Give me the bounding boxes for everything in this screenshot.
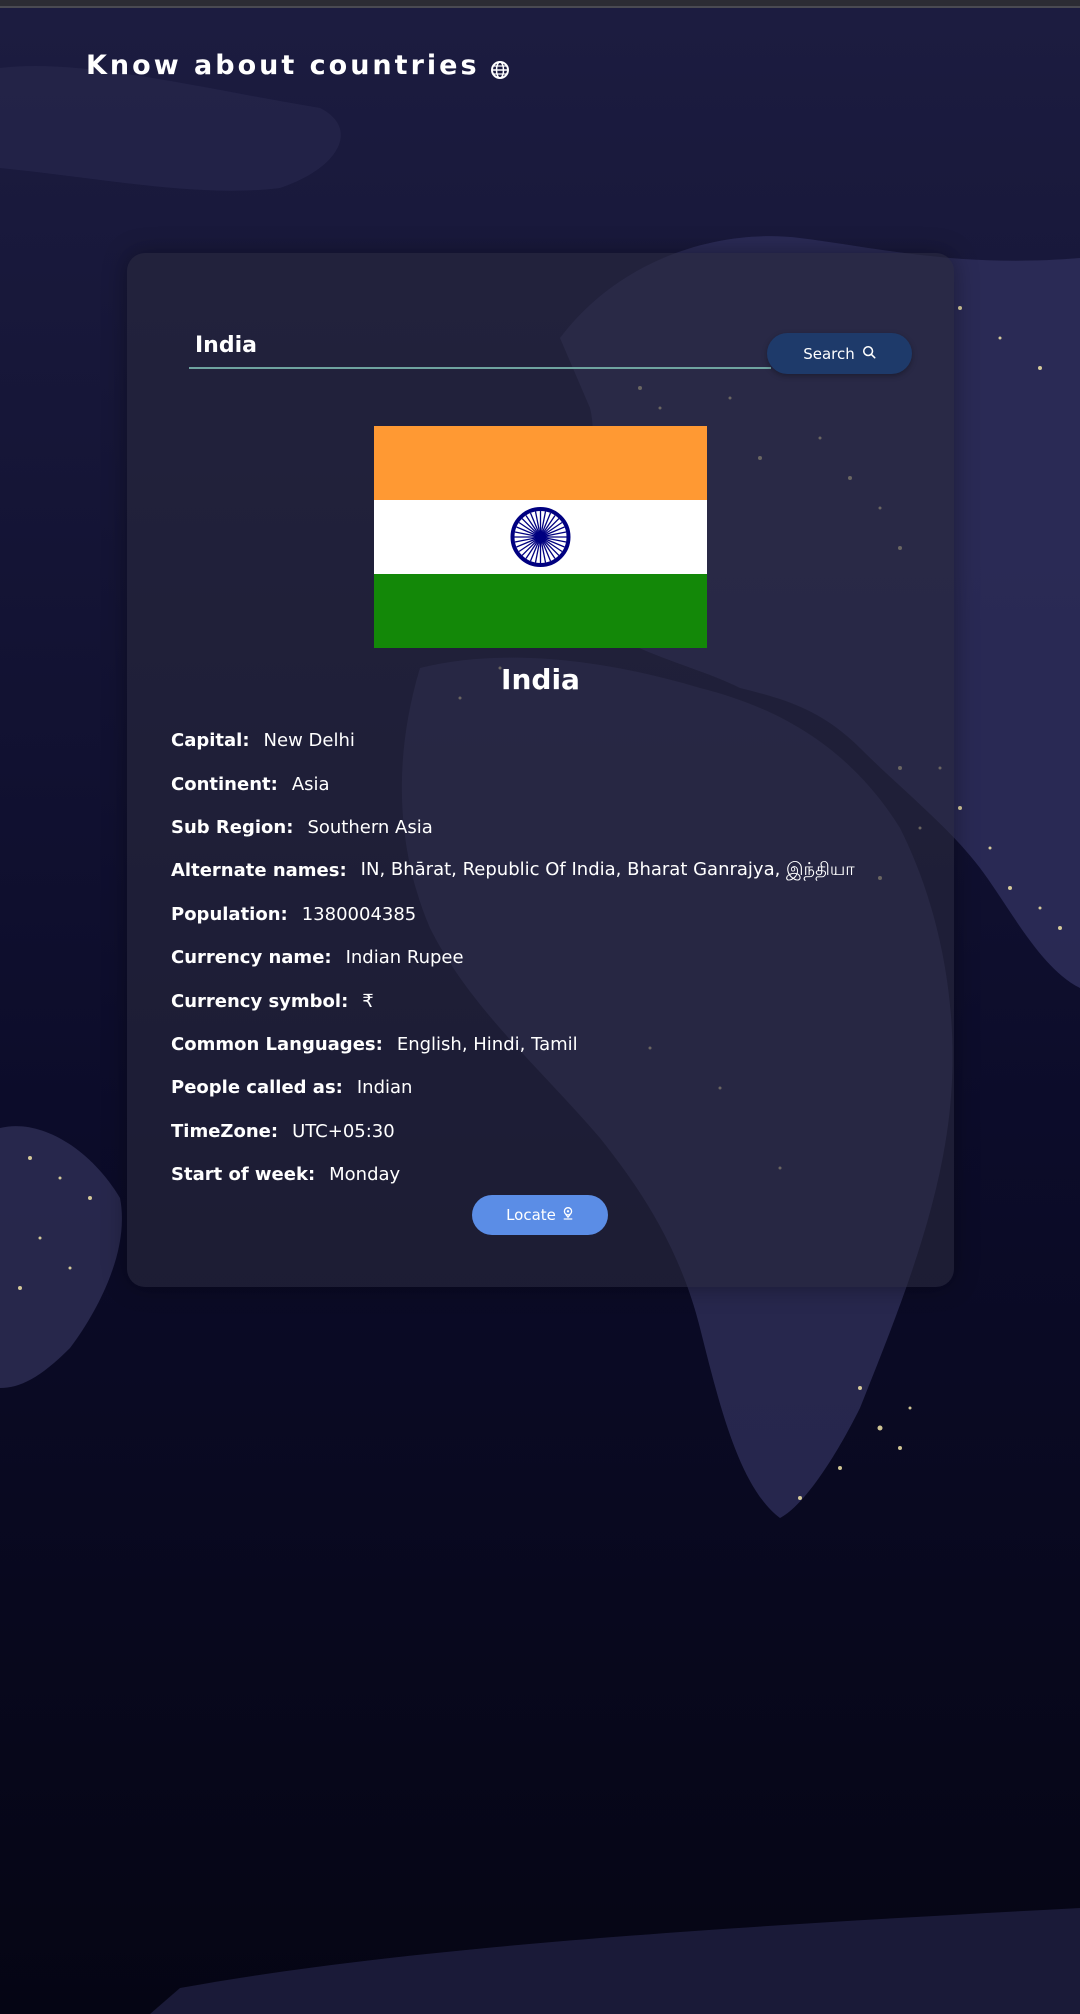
country-details-list: Capital: New Delhi Continent: Asia Sub R… (171, 719, 931, 1196)
detail-value: Indian Rupee (345, 947, 464, 969)
detail-label: Capital: (171, 730, 250, 752)
browser-top-bar (0, 0, 1080, 8)
detail-label: Common Languages: (171, 1033, 383, 1055)
ashoka-chakra-icon (510, 507, 571, 567)
detail-value: 1380004385 (301, 903, 417, 925)
detail-currency-symbol: Currency symbol: ₹ (171, 979, 931, 1022)
detail-value: IN, Bhārat, Republic Of India, Bharat Ga… (360, 859, 855, 881)
page-header: Know about countries (86, 50, 510, 81)
detail-value: Monday (329, 1164, 401, 1186)
detail-label: Currency name: (171, 947, 332, 969)
detail-label: Population: (171, 903, 288, 925)
search-button[interactable]: Search (767, 333, 912, 374)
detail-value: UTC+05:30 (292, 1120, 395, 1142)
detail-label: People called as: (171, 1077, 343, 1099)
country-search-input[interactable] (189, 323, 771, 369)
search-icon (862, 345, 876, 363)
globe-icon (490, 56, 510, 79)
detail-currency-name: Currency name: Indian Rupee (171, 936, 931, 979)
detail-capital: Capital: New Delhi (171, 719, 931, 762)
country-card: Search (127, 253, 954, 1287)
detail-label: TimeZone: (171, 1120, 279, 1142)
detail-label: Sub Region: (171, 816, 294, 838)
search-button-label: Search (803, 344, 855, 363)
locate-button-label: Locate (506, 1206, 556, 1224)
detail-value: Indian (356, 1077, 413, 1099)
detail-value: Asia (291, 773, 330, 795)
detail-sub-region: Sub Region: Southern Asia (171, 806, 931, 849)
detail-value: English, Hindi, Tamil (396, 1033, 578, 1055)
app-title: Know about countries (86, 50, 480, 81)
location-pin-icon (562, 1206, 574, 1224)
detail-population: Population: 1380004385 (171, 893, 931, 936)
detail-label: Start of week: (171, 1164, 316, 1186)
detail-value: New Delhi (263, 730, 355, 752)
detail-value: ₹ (362, 990, 374, 1012)
detail-common-languages: Common Languages: English, Hindi, Tamil (171, 1023, 931, 1066)
detail-continent: Continent: Asia (171, 762, 931, 805)
detail-label: Currency symbol: (171, 990, 349, 1012)
detail-value: Southern Asia (307, 816, 433, 838)
country-flag (374, 426, 707, 648)
detail-start-of-week: Start of week: Monday (171, 1153, 931, 1196)
detail-label: Continent: (171, 773, 278, 795)
detail-timezone: TimeZone: UTC+05:30 (171, 1110, 931, 1153)
country-name-heading: India (501, 663, 580, 696)
detail-label: Alternate names: (171, 860, 347, 882)
locate-button[interactable]: Locate (472, 1195, 608, 1235)
detail-alternate-names: Alternate names: IN, Bhārat, Republic Of… (171, 849, 931, 892)
detail-people-called-as: People called as: Indian (171, 1066, 931, 1109)
